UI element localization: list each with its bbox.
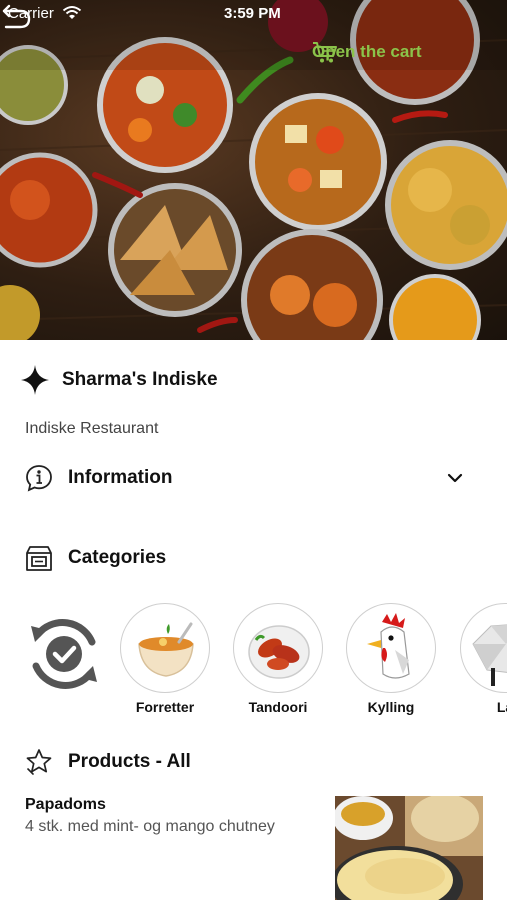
sheep-icon <box>472 624 507 686</box>
product-image[interactable] <box>335 796 483 900</box>
open-cart-button[interactable]: Open the cart <box>312 40 430 64</box>
categories-heading: Categories <box>24 543 166 573</box>
hero-food-illustration <box>0 0 507 340</box>
product-item[interactable]: Papadoms 4 stk. med mint- og mango chutn… <box>25 796 325 836</box>
category-image-frame <box>460 603 507 693</box>
category-image-frame <box>120 603 210 693</box>
show-all-refresh-check-icon[interactable] <box>22 612 106 696</box>
category-label: Tandoori <box>248 699 308 715</box>
categories-carousel[interactable]: Forretter Tandoori Kylling L <box>0 600 507 720</box>
category-label: Forretter <box>135 699 195 715</box>
information-section-toggle[interactable]: Information <box>24 463 173 493</box>
products-title: Products - All <box>68 751 191 772</box>
shop-header: Sharma's Indiske <box>20 364 218 396</box>
status-bar: Carrier 3:59 PM <box>0 0 507 28</box>
category-item-tandoori[interactable]: Tandoori <box>228 603 328 715</box>
papadoms-photo <box>335 796 483 900</box>
category-label: La <box>496 699 507 715</box>
information-title: Information <box>68 467 173 488</box>
category-item-forretter[interactable]: Forretter <box>115 603 215 715</box>
category-label: Kylling <box>367 699 415 715</box>
wifi-icon <box>62 6 82 19</box>
sparkle-icon <box>21 365 49 395</box>
category-item-kylling[interactable]: Kylling <box>341 603 441 715</box>
shop-type: Indiske Restaurant <box>25 420 159 437</box>
categories-title: Categories <box>68 547 167 568</box>
cart-icon <box>313 42 337 63</box>
soup-bowl-icon <box>138 622 194 677</box>
status-time: 3:59 PM <box>224 5 281 22</box>
products-heading: Products - All <box>24 747 191 777</box>
category-item-la[interactable]: La <box>455 603 507 715</box>
product-description: 4 stk. med mint- og mango chutney <box>25 818 275 835</box>
shop-name: Sharma's Indiske <box>62 369 218 390</box>
star-badge-icon <box>26 749 52 775</box>
category-image-frame <box>346 603 436 693</box>
hero-food-image: Carrier 3:59 PM Open the cart <box>0 0 507 340</box>
store-box-icon <box>26 546 52 571</box>
product-name: Papadoms <box>25 796 106 813</box>
info-bubble-icon <box>26 465 52 492</box>
back-arrow-icon[interactable] <box>0 0 34 34</box>
category-image-frame <box>233 603 323 693</box>
tandoori-chicken-icon <box>248 625 310 679</box>
rooster-icon <box>367 613 410 679</box>
chevron-down-icon[interactable] <box>445 469 465 487</box>
